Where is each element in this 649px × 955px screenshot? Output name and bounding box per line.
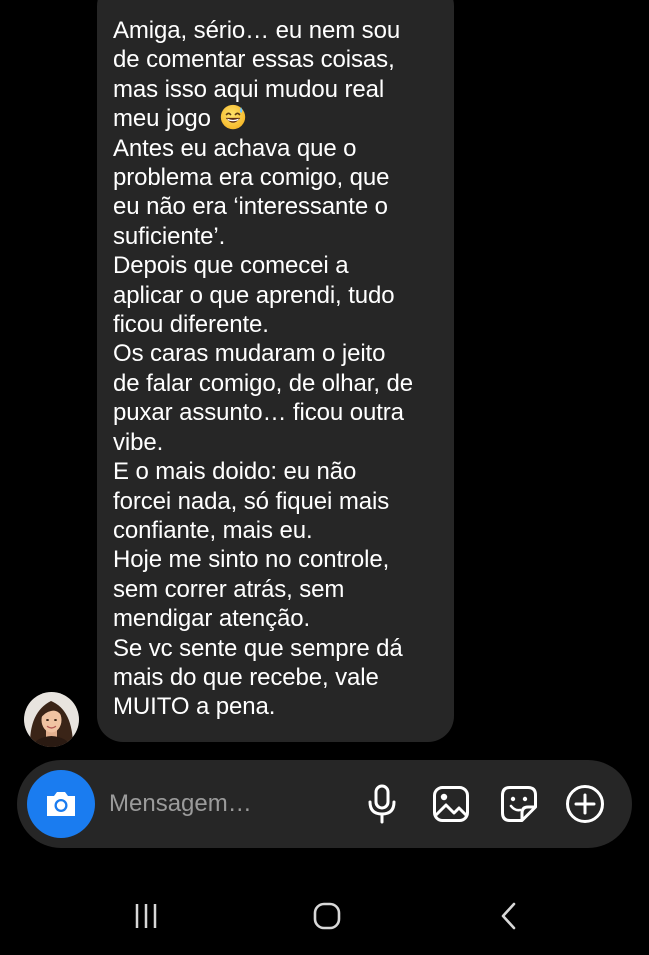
- message-line: E o mais doido: eu não: [113, 458, 357, 486]
- sticker-icon: [501, 786, 537, 822]
- message-line: mendigar atenção.: [113, 605, 311, 633]
- message-line: meu jogo: [113, 105, 211, 133]
- message-line: sem correr atrás, sem: [113, 575, 345, 603]
- message-line: problema era comigo, que: [113, 164, 390, 192]
- microphone-icon: [368, 784, 396, 824]
- message-line: aplicar o que aprendi, tudo: [113, 281, 395, 309]
- home-button[interactable]: [307, 898, 347, 934]
- recent-apps-button[interactable]: [126, 898, 166, 934]
- message-line: Antes eu achava que o: [113, 134, 357, 162]
- camera-button[interactable]: [27, 770, 95, 838]
- message-line: confiante, mais eu.: [113, 516, 313, 544]
- sticker-button[interactable]: [497, 782, 541, 826]
- message-composer: [17, 760, 632, 848]
- back-icon: [501, 902, 516, 930]
- home-icon: [313, 902, 341, 930]
- message-line: Os caras mudaram o jeito: [113, 340, 386, 368]
- message-line: mas isso aqui mudou real: [113, 75, 385, 103]
- message-line: ficou diferente.: [113, 311, 269, 339]
- more-options-button[interactable]: [563, 782, 607, 826]
- voice-message-button[interactable]: [360, 782, 404, 826]
- grinning-sweat-emoji-icon: [220, 105, 245, 130]
- avatar-photo: [24, 692, 79, 747]
- message-line: vibe.: [113, 428, 164, 456]
- sender-avatar[interactable]: [24, 692, 79, 747]
- message-line: de comentar essas coisas,: [113, 46, 395, 74]
- message-line: de falar comigo, de olhar, de: [113, 369, 413, 397]
- gallery-button[interactable]: [429, 782, 473, 826]
- chat-thread: Amiga, sério… eu nem sou de comentar ess…: [0, 0, 649, 755]
- message-line: suficiente’.: [113, 222, 226, 250]
- system-navigation-bar: [0, 870, 649, 955]
- message-line-with-emoji: meu jogo: [113, 104, 444, 133]
- message-line: mais do que recebe, vale: [113, 663, 379, 691]
- message-line: MUITO a pena.: [113, 693, 276, 721]
- gallery-icon: [433, 786, 469, 822]
- message-line: Amiga, sério… eu nem sou: [113, 17, 401, 44]
- message-line: puxar assunto… ficou outra: [113, 399, 404, 427]
- back-button[interactable]: [489, 898, 529, 934]
- message-line: Depois que comecei a: [113, 252, 349, 280]
- message-line: Hoje me sinto no controle,: [113, 546, 390, 574]
- message-input[interactable]: [109, 782, 349, 826]
- recent-apps-icon: [135, 904, 157, 928]
- message-line: Se vc sente que sempre dá: [113, 634, 403, 662]
- received-message-bubble[interactable]: Amiga, sério… eu nem sou de comentar ess…: [97, 0, 454, 742]
- message-line: forcei nada, só fiquei mais: [113, 487, 390, 515]
- message-line: eu não era ‘interessante o: [113, 193, 388, 221]
- camera-icon: [47, 792, 75, 816]
- plus-circle-icon: [566, 785, 604, 823]
